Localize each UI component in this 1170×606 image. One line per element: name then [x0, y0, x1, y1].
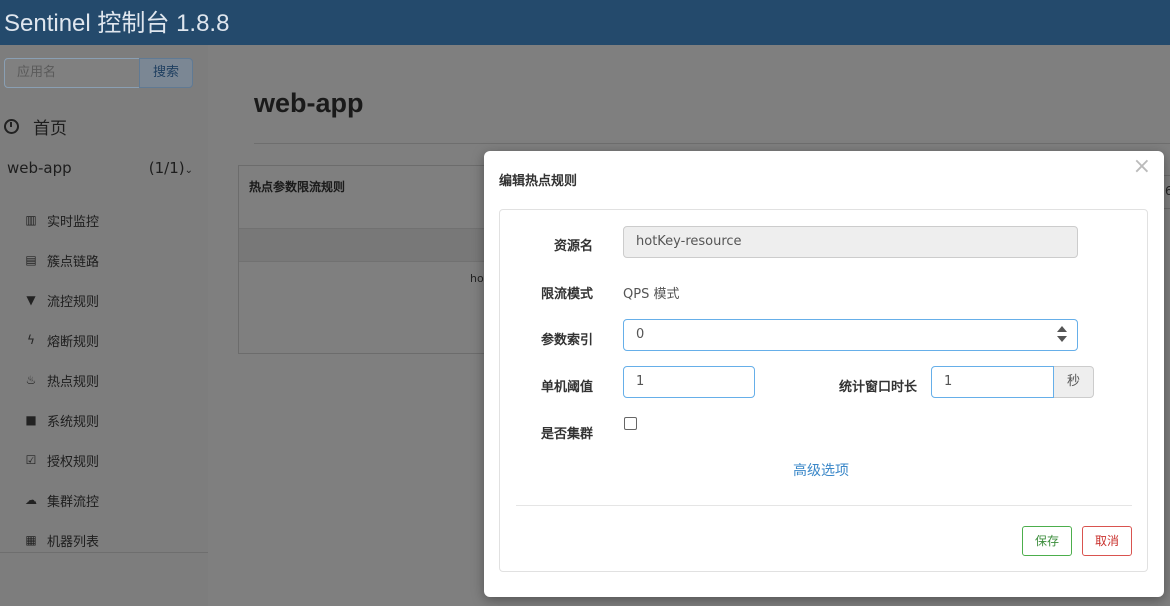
fire-icon: ♨ — [25, 373, 37, 387]
sidebar-divider — [0, 552, 208, 553]
top-navbar: Sentinel 控制台 1.8.8 — [0, 0, 1170, 45]
rules-panel: 热点参数限流规则 hot — [238, 165, 498, 354]
sidebar-item-label: 机器列表 — [47, 534, 100, 550]
th-list-icon: ▦ — [25, 533, 37, 547]
cluster-label: 是否集群 — [540, 427, 593, 442]
sidebar-item-label: 簇点链路 — [47, 254, 100, 270]
mode-value: QPS 模式 — [623, 287, 680, 302]
save-button[interactable]: 保存 — [1022, 526, 1072, 556]
sidebar-item-6[interactable]: ☑ 授权规则 — [24, 440, 99, 480]
param-index-label: 参数索引 — [540, 333, 593, 348]
sidebar-item-label: 熔断规则 — [47, 334, 100, 350]
seconds-unit-addon: 秒 — [1054, 366, 1094, 398]
threshold-input[interactable]: 1 — [623, 366, 755, 398]
stat-window-input[interactable]: 1 — [931, 366, 1054, 398]
chevron-down-icon: ⌄ — [184, 165, 193, 176]
sidebar-item-label: 授权规则 — [47, 454, 100, 470]
sidebar-item-0[interactable]: ▥ 实时监控 — [24, 200, 99, 240]
sidebar-item-label: 实时监控 — [47, 214, 100, 230]
sidebar-app-toggle[interactable]: web-app (1/1)⌄ — [7, 159, 197, 181]
mode-label: 限流模式 — [540, 287, 593, 302]
app-machine-count: (1/1)⌄ — [148, 159, 193, 177]
sidebar-item-label: 流控规则 — [47, 294, 100, 310]
sidebar-item-1[interactable]: ▤ 簇点链路 — [24, 240, 99, 280]
stat-window-label: 统计窗口时长 — [838, 380, 917, 395]
sidebar: 应用名 搜索 首页 web-app (1/1)⌄ ▥ 实时监控 ▤ 簇点链路 ▼ 流控规则… — [0, 45, 208, 606]
app-search-input[interactable]: 应用名 — [4, 58, 140, 88]
resource-name-field: hotKey-resource — [623, 226, 1078, 258]
bar-chart-icon: ▥ — [25, 213, 37, 227]
sidebar-menu: ▥ 实时监控 ▤ 簇点链路 ▼ 流控规则 ϟ 熔断规则 ♨ 热点规则 ■ 系统规则 ☑ 授权规则 ☁ 集群流控… — [24, 200, 99, 560]
resource-label: 资源名 — [553, 239, 593, 254]
sidebar-item-label: 集群流控 — [47, 494, 100, 510]
close-icon[interactable]: × — [1133, 156, 1151, 178]
advanced-options-link[interactable]: 高级选项 — [793, 460, 849, 480]
sidebar-item-2[interactable]: ▼ 流控规则 — [24, 280, 99, 320]
sidebar-item-4[interactable]: ♨ 热点规则 — [24, 360, 99, 400]
flash-icon: ϟ — [27, 333, 35, 347]
title-divider — [254, 143, 1170, 144]
search-button[interactable]: 搜索 — [139, 58, 193, 88]
sidebar-item-5[interactable]: ■ 系统规则 — [24, 400, 99, 440]
sidebar-item-7[interactable]: ☁ 集群流控 — [24, 480, 99, 520]
threshold-label: 单机阈值 — [540, 380, 593, 395]
sidebar-item-8[interactable]: ▦ 机器列表 — [24, 520, 99, 560]
list-icon: ▤ — [25, 253, 37, 267]
filter-icon: ▼ — [26, 293, 36, 307]
lock-icon: ■ — [25, 413, 37, 427]
table-header-row — [239, 228, 497, 262]
edit-hotkey-rule-dialog: 编辑热点规则 × 资源名 hotKey-resource 限流模式 QPS 模式… — [484, 151, 1164, 597]
cloud-icon: ☁ — [25, 493, 37, 507]
sidebar-item-3[interactable]: ϟ 熔断规则 — [24, 320, 99, 360]
form-divider — [516, 505, 1132, 506]
brand-title[interactable]: Sentinel 控制台 1.8.8 — [4, 3, 229, 38]
sidebar-item-label: 首页 — [33, 118, 67, 139]
number-stepper-icon[interactable] — [1057, 326, 1067, 344]
sidebar-item-home[interactable]: 首页 — [4, 115, 67, 139]
sidebar-item-label: 系统规则 — [47, 414, 100, 430]
dialog-title: 编辑热点规则 — [499, 174, 578, 189]
dashboard-icon — [4, 118, 19, 134]
page-title: web-app — [254, 88, 364, 118]
cancel-button[interactable]: 取消 — [1082, 526, 1132, 556]
dialog-form: 资源名 hotKey-resource 限流模式 QPS 模式 参数索引 0 单… — [499, 209, 1148, 572]
param-index-input[interactable]: 0 — [623, 319, 1078, 351]
app-name: web-app — [7, 159, 72, 177]
cluster-checkbox[interactable] — [624, 417, 637, 430]
panel-title: 热点参数限流规则 — [249, 180, 346, 194]
sidebar-item-label: 热点规则 — [47, 374, 100, 390]
check-square-icon: ☑ — [25, 453, 37, 467]
